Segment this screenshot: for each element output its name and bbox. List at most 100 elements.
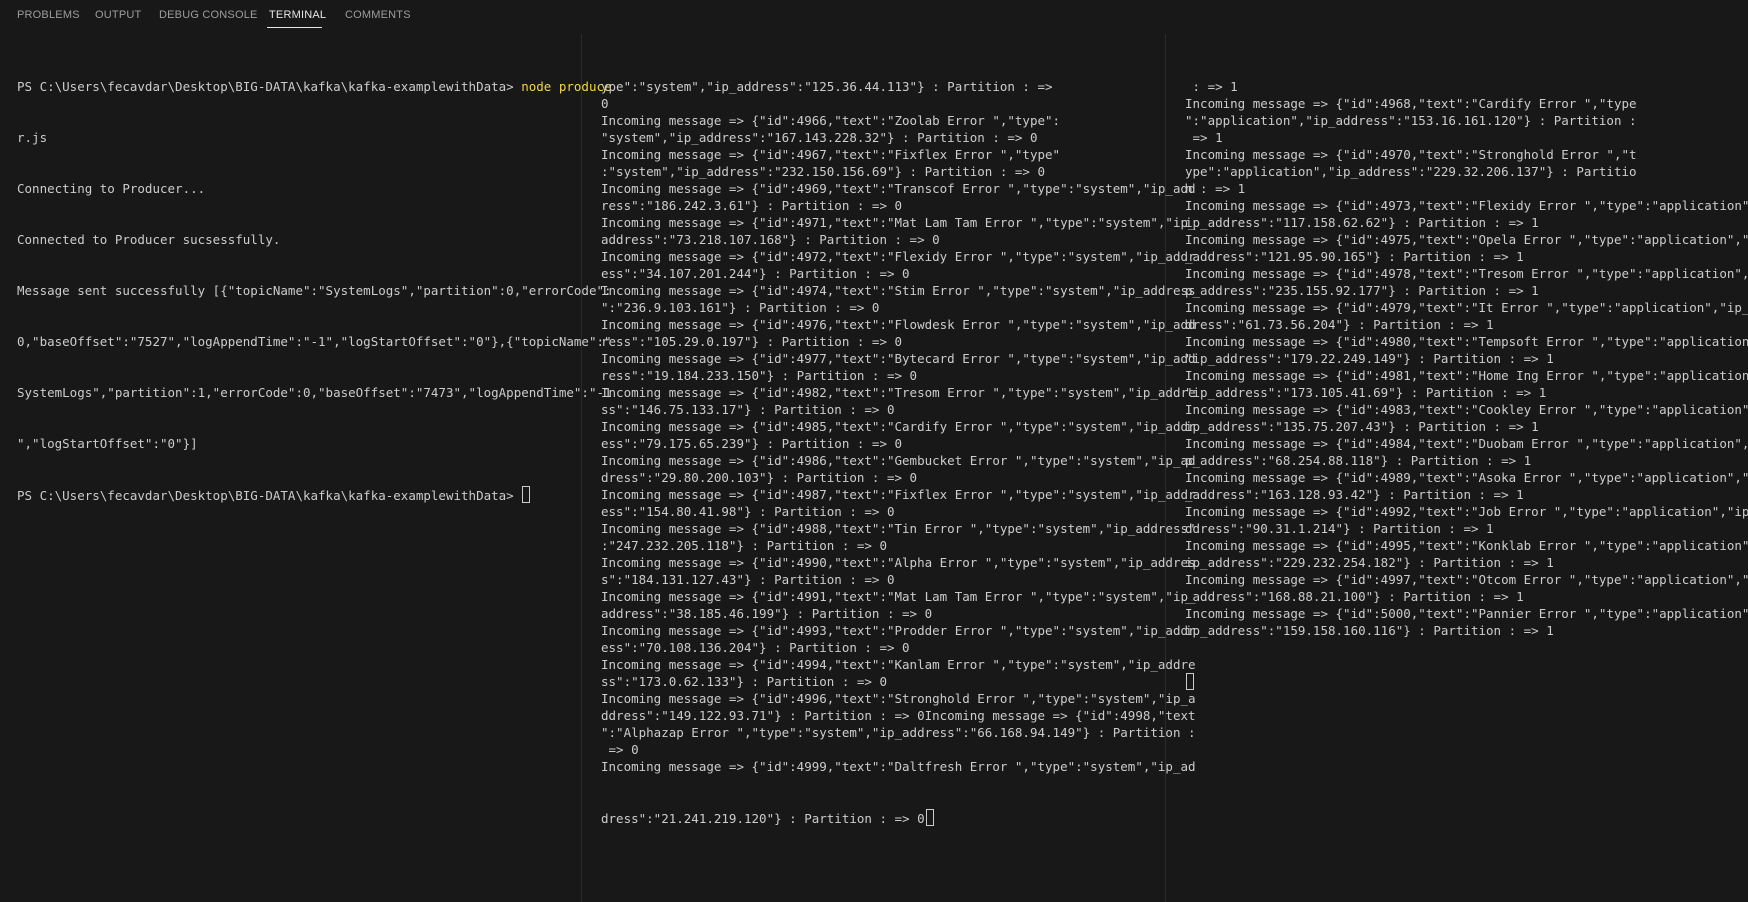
terminal-line: Incoming message => {"id":4969,"text":"T… bbox=[601, 181, 1196, 196]
terminal-line: ip_address":"229.232.254.182"} : Partiti… bbox=[1185, 555, 1554, 570]
terminal-line: Incoming message => {"id":4997,"text":"O… bbox=[1185, 572, 1748, 587]
terminal-cursor bbox=[522, 486, 531, 503]
terminal-pane-1[interactable]: PS C:\Users\fecavdar\Desktop\BIG-DATA\ka… bbox=[17, 44, 612, 537]
terminal-line: ip_address":"117.158.62.62"} : Partition… bbox=[1185, 215, 1539, 230]
terminal-line: Incoming message => {"id":4983,"text":"C… bbox=[1185, 402, 1748, 417]
terminal-line: ss":"146.75.133.17"} : Partition : => 0 bbox=[601, 402, 895, 417]
terminal-line: "ip_address":"173.105.41.69"} : Partitio… bbox=[1185, 385, 1547, 400]
terminal-line: dress":"61.73.56.204"} : Partition : => … bbox=[1185, 317, 1494, 332]
terminal-line: PS C:\Users\fecavdar\Desktop\BIG-DATA\ka… bbox=[17, 486, 612, 503]
terminal-line: address":"73.218.107.168"} : Partition :… bbox=[601, 232, 940, 247]
terminal-line: Incoming message => {"id":4974,"text":"S… bbox=[601, 283, 1196, 298]
terminal-line: Incoming message => {"id":4993,"text":"P… bbox=[601, 623, 1196, 638]
terminal-line: Incoming message => {"id":4986,"text":"G… bbox=[601, 453, 1196, 468]
terminal-line: Message sent successfully [{"topicName":… bbox=[17, 283, 612, 298]
tab-terminal[interactable]: TERMINAL bbox=[269, 9, 326, 21]
terminal-line: _address":"168.88.21.100"} : Partition :… bbox=[1185, 589, 1524, 604]
terminal-line: "system","ip_address":"167.143.228.32"} … bbox=[601, 130, 1038, 145]
terminal-line: 0,"baseOffset":"7527","logAppendTime":"-… bbox=[17, 334, 612, 349]
terminal-line: : => 1 bbox=[1185, 79, 1238, 94]
terminal-panel: PROBLEMS OUTPUT DEBUG CONSOLE TERMINAL C… bbox=[0, 0, 1748, 902]
terminal-line: ype":"system","ip_address":"125.36.44.11… bbox=[601, 79, 1053, 94]
terminal-line: n : => 1 bbox=[1185, 181, 1246, 196]
terminal-line: ess":"154.80.41.98"} : Partition : => 0 bbox=[601, 504, 895, 519]
terminal-line: p_address":"235.155.92.177"} : Partition… bbox=[1185, 283, 1539, 298]
prompt-text: PS C:\Users\fecavdar\Desktop\BIG-DATA\ka… bbox=[17, 79, 522, 94]
terminal-line: Incoming message => {"id":4995,"text":"K… bbox=[1185, 538, 1748, 553]
terminal-line: ess":"70.108.136.204"} : Partition : => … bbox=[601, 640, 910, 655]
panel-tab-bar: PROBLEMS OUTPUT DEBUG CONSOLE TERMINAL C… bbox=[0, 0, 1748, 32]
terminal-line: ddress":"149.122.93.71"} : Partition : =… bbox=[601, 708, 1196, 723]
terminal-line: ess":"79.175.65.239"} : Partition : => 0 bbox=[601, 436, 903, 451]
terminal-line: Incoming message => {"id":5000,"text":"P… bbox=[1185, 606, 1748, 621]
active-tab-indicator bbox=[267, 27, 322, 28]
terminal-line: Incoming message => {"id":4975,"text":"O… bbox=[1185, 232, 1748, 247]
terminal-line-text: dress":"21.241.219.120"} : Partition : =… bbox=[601, 811, 925, 826]
terminal-line: _address":"121.95.90.165"} : Partition :… bbox=[1185, 249, 1524, 264]
terminal-line: Incoming message => {"id":4999,"text":"D… bbox=[601, 759, 1196, 774]
terminal-line bbox=[1185, 673, 1748, 690]
terminal-line: Incoming message => {"id":4976,"text":"F… bbox=[601, 317, 1196, 332]
terminal-line: ":"236.9.103.161"} : Partition : => 0 bbox=[601, 300, 880, 315]
terminal-line: r.js bbox=[17, 130, 48, 145]
terminal-line: Connecting to Producer... bbox=[17, 181, 206, 196]
terminal-line: ddress":"90.31.1.214"} : Partition : => … bbox=[1185, 521, 1494, 536]
command-text: node produce bbox=[521, 79, 612, 94]
terminal-line: => 0 bbox=[601, 742, 639, 757]
terminal-line: Incoming message => {"id":4981,"text":"H… bbox=[1185, 368, 1748, 383]
terminal-line: Connected to Producer sucsessfully. bbox=[17, 232, 281, 247]
terminal-line: Incoming message => {"id":4991,"text":"M… bbox=[601, 589, 1196, 604]
terminal-line: ress":"186.242.3.61"} : Partition : => 0 bbox=[601, 198, 903, 213]
terminal-line: s":"184.131.127.43"} : Partition : => 0 bbox=[601, 572, 895, 587]
terminal-line: ype":"application","ip_address":"229.32.… bbox=[1185, 164, 1637, 179]
terminal-line: Incoming message => {"id":4978,"text":"T… bbox=[1185, 266, 1748, 281]
terminal-line: Incoming message => {"id":4973,"text":"F… bbox=[1185, 198, 1748, 213]
terminal-line: ip_address":"159.158.160.116"} : Partiti… bbox=[1185, 623, 1554, 638]
prompt-text: PS C:\Users\fecavdar\Desktop\BIG-DATA\ka… bbox=[17, 488, 522, 503]
terminal-line: _address":"163.128.93.42"} : Partition :… bbox=[1185, 487, 1524, 502]
terminal-line: :"247.232.205.118"} : Partition : => 0 bbox=[601, 538, 887, 553]
terminal-line: "ip_address":"179.22.249.149"} : Partiti… bbox=[1185, 351, 1554, 366]
terminal-line: ress":"19.184.233.150"} : Partition : =>… bbox=[601, 368, 918, 383]
tab-debug-console[interactable]: DEBUG CONSOLE bbox=[159, 9, 258, 21]
tab-problems[interactable]: PROBLEMS bbox=[17, 9, 80, 21]
terminal-line: ip_address":"135.75.207.43"} : Partition… bbox=[1185, 419, 1539, 434]
tab-output[interactable]: OUTPUT bbox=[95, 9, 141, 21]
terminal-line: ress":"105.29.0.197"} : Partition : => 0 bbox=[601, 334, 903, 349]
terminal-line: ":"Alphazap Error ","type":"system","ip_… bbox=[601, 725, 1196, 740]
terminal-line: Incoming message => {"id":4984,"text":"D… bbox=[1185, 436, 1748, 451]
terminal-line: Incoming message => {"id":4977,"text":"B… bbox=[601, 351, 1196, 366]
terminal-line: Incoming message => {"id":4980,"text":"T… bbox=[1185, 334, 1748, 349]
terminal-line: Incoming message => {"id":4996,"text":"S… bbox=[601, 691, 1196, 706]
terminal-line: Incoming message => {"id":4982,"text":"T… bbox=[601, 385, 1196, 400]
terminal-line: Incoming message => {"id":4989,"text":"A… bbox=[1185, 470, 1748, 485]
terminal-line: address":"38.185.46.199"} : Partition : … bbox=[601, 606, 933, 621]
terminal-line: Incoming message => {"id":4970,"text":"S… bbox=[1185, 147, 1637, 162]
terminal-line: Incoming message => {"id":4987,"text":"F… bbox=[601, 487, 1196, 502]
terminal-line: Incoming message => {"id":4992,"text":"J… bbox=[1185, 504, 1748, 519]
terminal-line: Incoming message => {"id":4971,"text":"M… bbox=[601, 215, 1196, 230]
terminal-pane-2[interactable]: ype":"system","ip_address":"125.36.44.11… bbox=[601, 44, 1196, 860]
terminal-line: dress":"29.80.200.103"} : Partition : =>… bbox=[601, 470, 918, 485]
terminal-line: Incoming message => {"id":4968,"text":"C… bbox=[1185, 96, 1637, 111]
terminal-line: Incoming message => {"id":4972,"text":"F… bbox=[601, 249, 1196, 264]
terminal-line: Incoming message => {"id":4988,"text":"T… bbox=[601, 521, 1196, 536]
terminal-line: Incoming message => {"id":4990,"text":"A… bbox=[601, 555, 1196, 570]
tab-comments[interactable]: COMMENTS bbox=[345, 9, 411, 21]
terminal-line: dress":"21.241.219.120"} : Partition : =… bbox=[601, 809, 1196, 826]
terminal-line: Incoming message => {"id":4966,"text":"Z… bbox=[601, 113, 1061, 128]
terminal-line: 0 bbox=[601, 96, 609, 111]
terminal-line: PS C:\Users\fecavdar\Desktop\BIG-DATA\ka… bbox=[17, 78, 612, 95]
terminal-pane-3[interactable]: : => 1 Incoming message => {"id":4968,"te… bbox=[1185, 44, 1748, 724]
terminal-line: :"system","ip_address":"232.150.156.69"}… bbox=[601, 164, 1046, 179]
terminal-line: => 1 bbox=[1185, 130, 1223, 145]
terminal-line: Incoming message => {"id":4979,"text":"I… bbox=[1185, 300, 1748, 315]
terminal-line: Incoming message => {"id":4994,"text":"K… bbox=[601, 657, 1196, 672]
terminal-line: Incoming message => {"id":4985,"text":"C… bbox=[601, 419, 1196, 434]
terminal-line: ":"application","ip_address":"153.16.161… bbox=[1185, 113, 1637, 128]
terminal-line: ","logStartOffset":"0"}] bbox=[17, 436, 198, 451]
terminal-cursor bbox=[925, 809, 934, 826]
terminal-line: ess":"34.107.201.244"} : Partition : => … bbox=[601, 266, 910, 281]
terminal-line: SystemLogs","partition":1,"errorCode":0,… bbox=[17, 385, 612, 400]
terminal-cursor bbox=[1186, 673, 1194, 690]
